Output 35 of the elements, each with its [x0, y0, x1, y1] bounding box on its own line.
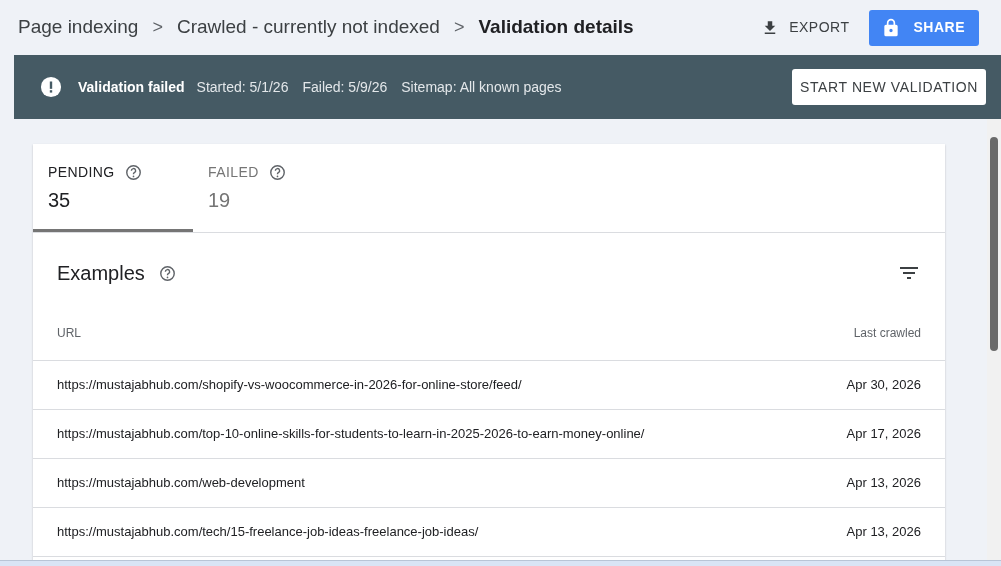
column-header: Last crawled — [853, 325, 921, 342]
date-cell-text: Apr 13, 2026 — [846, 474, 921, 493]
tab-count: 35 — [48, 188, 72, 213]
tab-label: FAILED — [208, 163, 259, 182]
start-date: Started: 5/1/26 — [196, 77, 289, 97]
scrollbar-thumb[interactable] — [990, 137, 998, 351]
url-cell[interactable]: https://mustajabhub.com/shopify-vs-woocommerce-in-2026-for-online-store/feed/ — [57, 375, 522, 395]
breadcrumb-item[interactable]: Page indexing — [18, 13, 139, 42]
breadcrumb-item[interactable]: Crawled - currently not indexed — [176, 13, 440, 42]
section-title: Examples — [57, 261, 145, 286]
tab[interactable]: PENDING 35 — [33, 144, 193, 232]
column-header: URL — [57, 325, 81, 342]
help-icon — [124, 164, 142, 181]
export-button[interactable]: EXPORT — [757, 11, 854, 44]
date-cell-text: Apr 30, 2026 — [846, 376, 921, 395]
start-validation-button[interactable]: START NEW VALIDATION — [792, 69, 986, 105]
date-cell-text: Apr 17, 2026 — [846, 425, 921, 444]
sitemap-label: Sitemap: All known pages — [401, 77, 562, 97]
scrollbar[interactable] — [987, 119, 1001, 560]
tab-count: 19 — [208, 188, 232, 213]
help-icon — [268, 164, 286, 181]
share-button[interactable]: SHARE — [869, 9, 979, 46]
breadcrumb-item: Validation details — [478, 15, 634, 40]
breadcrumb-separator: > — [453, 16, 465, 39]
url-cell[interactable]: https://mustajabhub.com/top-10-online-skills-for-students-to-learn-in-2025-2026-to-earn-money-online/ — [57, 424, 645, 444]
date-cell-text: Apr 13, 2026 — [846, 523, 921, 542]
url-cell[interactable]: https://mustajabhub.com/tech/15-freelance-job-ideas-freelance-job-ideas/ — [57, 522, 479, 542]
breadcrumb-separator: > — [152, 16, 163, 39]
help-icon — [158, 264, 176, 282]
tab-label: PENDING — [48, 163, 115, 182]
tab[interactable]: FAILED 19 — [193, 144, 353, 232]
validation-status: Validation failed — [78, 77, 185, 97]
fail-date: Failed: 5/9/26 — [302, 77, 388, 97]
alert-icon — [40, 76, 62, 98]
url-cell[interactable]: https://mustajabhub.com/web-development — [57, 473, 305, 493]
